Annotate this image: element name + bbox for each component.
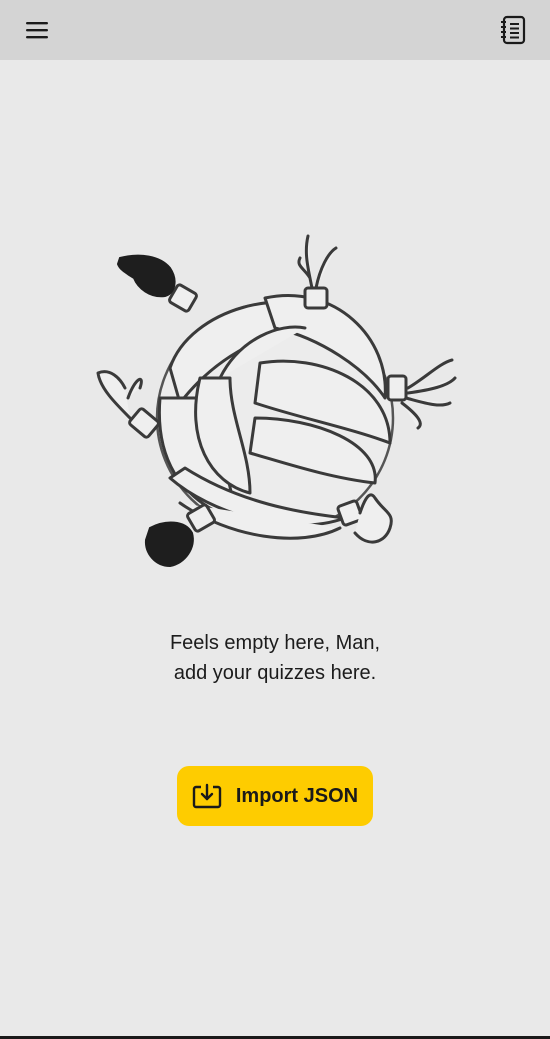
quiz-list-button[interactable] bbox=[498, 15, 528, 45]
empty-state-line-1: Feels empty here, Man, bbox=[169, 632, 381, 654]
notebook-icon bbox=[501, 15, 526, 45]
menu-button[interactable] bbox=[22, 15, 52, 45]
download-tray-icon bbox=[192, 783, 222, 809]
hamburger-menu-icon bbox=[26, 22, 48, 39]
empty-state-message: Feels empty here, Man, add your quizzes … bbox=[0, 628, 550, 688]
top-app-bar bbox=[0, 0, 550, 60]
hands-around-knot-ball-illustration bbox=[96, 234, 457, 568]
import-json-button[interactable]: Import JSON bbox=[177, 766, 373, 826]
empty-state-line-2: add your quizzes here. bbox=[173, 662, 377, 684]
import-json-label: Import JSON bbox=[235, 784, 359, 807]
